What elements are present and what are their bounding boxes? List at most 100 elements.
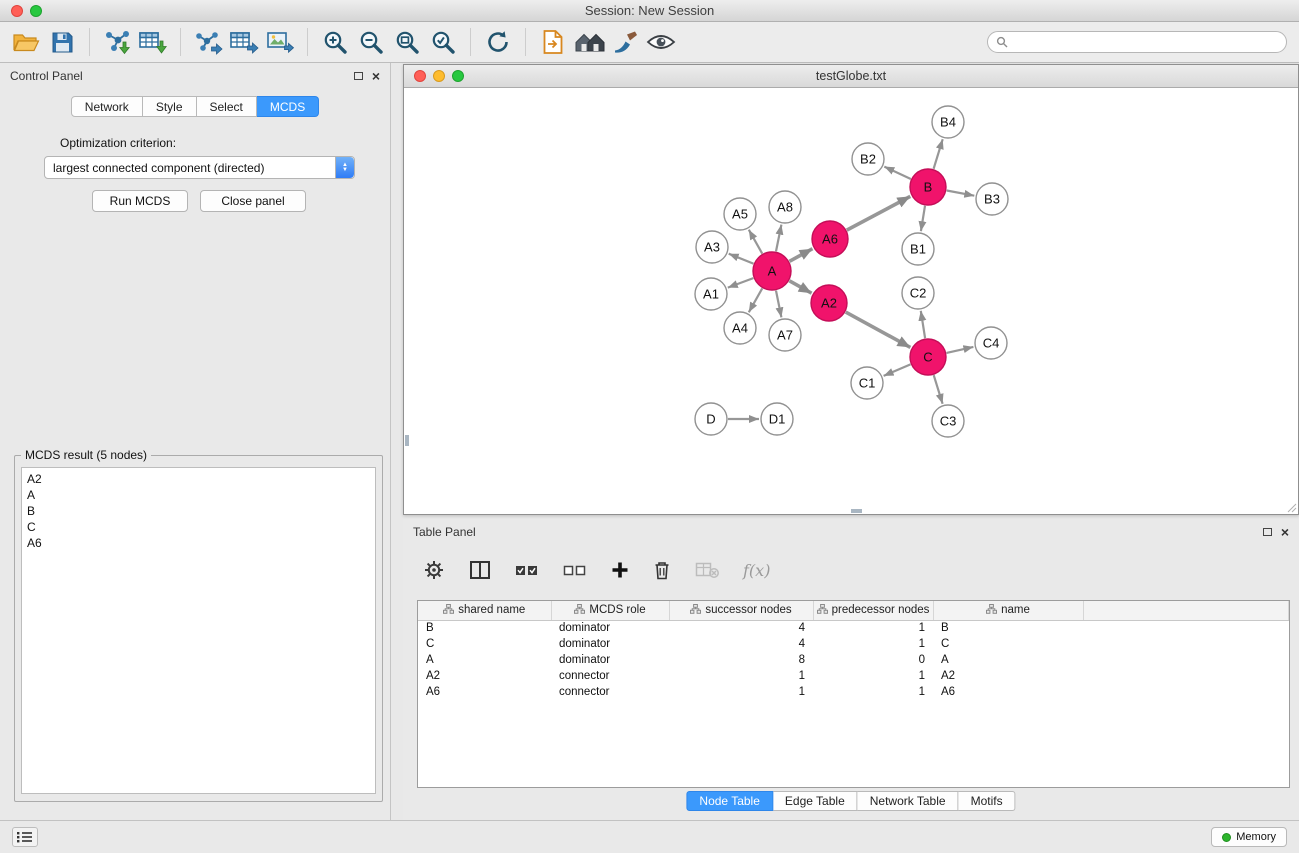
graph-edge-A-A1[interactable]: [728, 278, 754, 288]
zoom-fit-button[interactable]: [389, 25, 425, 59]
search-input[interactable]: [1013, 35, 1278, 49]
graph-edge-C-C4[interactable]: [947, 347, 974, 353]
zoom-window-button[interactable]: [30, 5, 42, 17]
show-columns-button[interactable]: [469, 560, 491, 580]
graph-node-A5[interactable]: A5: [724, 198, 756, 230]
graph-node-B4[interactable]: B4: [932, 106, 964, 138]
graph-edge-A-A8[interactable]: [776, 225, 781, 252]
horizontal-scroll-indicator[interactable]: [851, 509, 862, 513]
graph-node-B1[interactable]: B1: [902, 233, 934, 265]
graph-node-D1[interactable]: D1: [761, 403, 793, 435]
table-row[interactable]: Cdominator41C: [418, 636, 1289, 652]
close-table-panel-icon[interactable]: ×: [1281, 527, 1289, 537]
graph-edge-A6-B[interactable]: [847, 196, 911, 230]
network-close-button[interactable]: [414, 70, 426, 82]
tab-mcds[interactable]: MCDS: [257, 96, 319, 117]
table-row[interactable]: A6connector11A6: [418, 684, 1289, 700]
add-row-button[interactable]: [611, 561, 629, 579]
graph-edge-A-A6[interactable]: [790, 249, 813, 262]
table-row[interactable]: Adominator80A: [418, 652, 1289, 668]
mcds-result-item[interactable]: B: [27, 503, 370, 519]
table-row[interactable]: Bdominator41B: [418, 620, 1289, 636]
graph-edge-B-B4[interactable]: [934, 139, 943, 169]
home-button[interactable]: [571, 25, 607, 59]
graph-edge-A-A7[interactable]: [776, 291, 781, 318]
task-history-button[interactable]: [12, 827, 38, 847]
network-graph[interactable]: B4B2BB3B1A5A8A6A3AA1A2C2A4A7C4CC1C3DD1: [404, 89, 1298, 514]
tab-style[interactable]: Style: [143, 96, 197, 117]
first-neighbors-button[interactable]: [535, 25, 571, 59]
graph-edge-A-A4[interactable]: [749, 288, 762, 312]
table-settings-button[interactable]: [423, 559, 445, 581]
graph-node-A6[interactable]: A6: [812, 221, 848, 257]
save-session-button[interactable]: [44, 25, 80, 59]
graph-node-A8[interactable]: A8: [769, 191, 801, 223]
style-brush-button[interactable]: [607, 25, 643, 59]
graph-edge-B-B3[interactable]: [947, 191, 975, 196]
network-canvas[interactable]: B4B2BB3B1A5A8A6A3AA1A2C2A4A7C4CC1C3DD1: [404, 89, 1298, 514]
column-header-predecessor-nodes[interactable]: predecessor nodes: [813, 601, 933, 620]
import-network-button[interactable]: [99, 25, 135, 59]
graph-node-B3[interactable]: B3: [976, 183, 1008, 215]
network-zoom-button[interactable]: [452, 70, 464, 82]
column-header-shared-name[interactable]: shared name: [418, 601, 551, 620]
graph-node-B2[interactable]: B2: [852, 143, 884, 175]
mcds-result-item[interactable]: C: [27, 519, 370, 535]
run-mcds-button[interactable]: Run MCDS: [92, 190, 188, 212]
tab-node-table[interactable]: Node Table: [686, 791, 773, 811]
node-table[interactable]: shared nameMCDS rolesuccessor nodesprede…: [417, 600, 1290, 788]
float-panel-icon[interactable]: [354, 72, 363, 80]
export-network-button[interactable]: [190, 25, 226, 59]
graph-edge-A-A5[interactable]: [749, 230, 762, 254]
column-header-name[interactable]: name: [933, 601, 1083, 620]
float-table-panel-icon[interactable]: [1263, 528, 1272, 536]
graph-node-C1[interactable]: C1: [851, 367, 883, 399]
delete-table-button[interactable]: [695, 561, 719, 579]
open-session-button[interactable]: [8, 25, 44, 59]
mcds-result-item[interactable]: A2: [27, 471, 370, 487]
graph-node-C[interactable]: C: [910, 339, 946, 375]
function-builder-button[interactable]: f(x): [743, 561, 770, 580]
graph-edge-C-C3[interactable]: [934, 375, 943, 404]
zoom-selected-button[interactable]: [425, 25, 461, 59]
graph-edge-A-A3[interactable]: [729, 254, 754, 264]
criterion-dropdown[interactable]: largest connected component (directed) ▲…: [44, 156, 355, 179]
graph-node-A[interactable]: A: [753, 252, 791, 290]
tab-network-table[interactable]: Network Table: [858, 791, 959, 811]
graph-node-B[interactable]: B: [910, 169, 946, 205]
column-header-MCDS-role[interactable]: MCDS role: [551, 601, 669, 620]
column-header-successor-nodes[interactable]: successor nodes: [669, 601, 813, 620]
close-panel-button[interactable]: Close panel: [200, 190, 306, 212]
mcds-result-item[interactable]: A: [27, 487, 370, 503]
graph-node-A4[interactable]: A4: [724, 312, 756, 344]
graph-node-A2[interactable]: A2: [811, 285, 847, 321]
mcds-result-list[interactable]: A2ABCA6: [21, 467, 376, 794]
graph-node-D[interactable]: D: [695, 403, 727, 435]
graph-edge-C-C2[interactable]: [921, 311, 925, 338]
graph-node-C3[interactable]: C3: [932, 405, 964, 437]
tab-edge-table[interactable]: Edge Table: [773, 791, 858, 811]
vertical-scroll-indicator[interactable]: [405, 435, 409, 446]
network-window-titlebar[interactable]: testGlobe.txt: [404, 65, 1298, 88]
zoom-in-button[interactable]: [317, 25, 353, 59]
memory-button[interactable]: Memory: [1211, 827, 1287, 847]
tab-network[interactable]: Network: [71, 96, 143, 117]
show-graphics-details-button[interactable]: [643, 25, 679, 59]
close-panel-icon[interactable]: ×: [372, 71, 380, 81]
graph-edge-A-A2[interactable]: [789, 281, 811, 293]
graph-edge-B-B1[interactable]: [921, 206, 925, 231]
resize-grip-icon[interactable]: [1285, 501, 1297, 513]
apply-layout-button[interactable]: [480, 25, 516, 59]
graph-node-C4[interactable]: C4: [975, 327, 1007, 359]
graph-edge-B-B2[interactable]: [884, 167, 911, 179]
graph-node-A7[interactable]: A7: [769, 319, 801, 351]
graph-edge-A2-C[interactable]: [846, 312, 911, 347]
close-window-button[interactable]: [11, 5, 23, 17]
deselect-all-button[interactable]: [563, 562, 587, 579]
export-image-button[interactable]: [262, 25, 298, 59]
mcds-result-item[interactable]: A6: [27, 535, 370, 551]
table-row[interactable]: A2connector11A2: [418, 668, 1289, 684]
search-box[interactable]: [987, 31, 1287, 53]
export-table-button[interactable]: [226, 25, 262, 59]
graph-node-A3[interactable]: A3: [696, 231, 728, 263]
